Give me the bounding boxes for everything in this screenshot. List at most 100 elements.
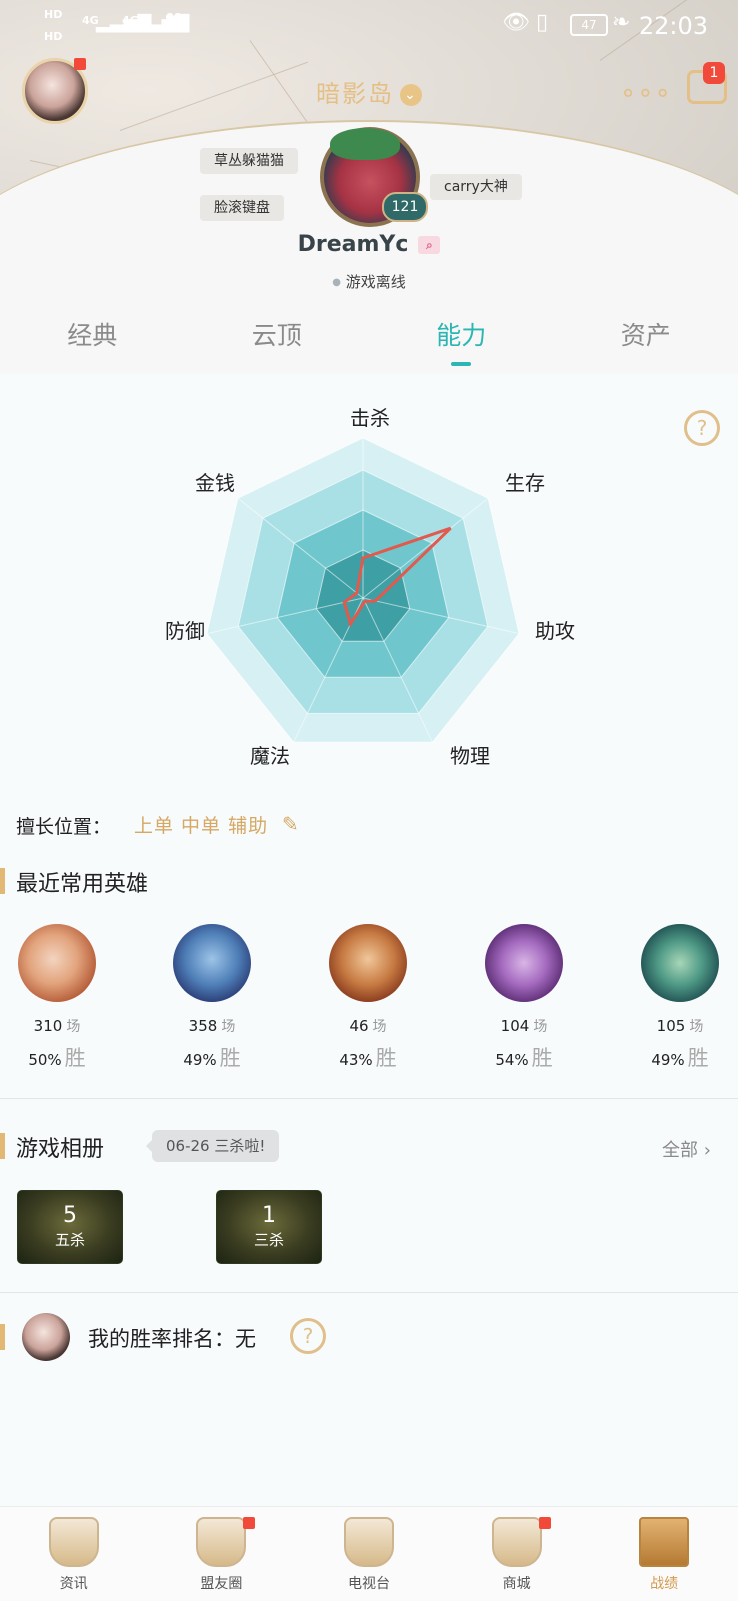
help-icon[interactable]: ?: [290, 1318, 326, 1354]
games-unit: 场: [689, 1019, 703, 1035]
album-label: 三杀: [217, 1229, 321, 1250]
avatar: [22, 1313, 70, 1361]
tab-assets[interactable]: 资产: [554, 300, 738, 374]
radar-label-gold: 金钱: [195, 467, 235, 496]
nav-label: 战绩: [590, 1573, 738, 1593]
win-unit: 胜: [688, 1046, 709, 1070]
hero-winrate: 43%: [339, 1051, 372, 1069]
radar-label-survive: 生存: [505, 467, 545, 496]
position-value: 上单 中单 辅助: [134, 811, 268, 838]
album-card[interactable]: 5 五杀: [17, 1190, 123, 1264]
nav-item-store[interactable]: 商城: [443, 1507, 591, 1601]
vibrate-icon: ▯: [536, 10, 548, 35]
divider: [0, 1292, 738, 1293]
nav-item-record[interactable]: 战绩: [590, 1507, 738, 1601]
radar-label-assist: 助攻: [535, 615, 575, 644]
heart-rate-icon: ♥: [164, 10, 184, 35]
album-title: 游戏相册: [16, 1131, 104, 1163]
album-count: 1: [217, 1191, 321, 1229]
section-marker: [0, 1133, 5, 1159]
tag-chip[interactable]: 脸滚键盘: [200, 195, 284, 221]
record-icon: [639, 1517, 689, 1567]
hero-games: 104: [501, 1017, 530, 1035]
games-unit: 场: [373, 1019, 387, 1035]
tag-chip[interactable]: 草丛躲猫猫: [200, 148, 298, 174]
win-unit: 胜: [65, 1046, 86, 1070]
avatar-notification-dot: [74, 58, 86, 70]
news-icon: [49, 1517, 99, 1567]
server-name: 暗影岛: [316, 80, 394, 108]
more-icon[interactable]: ∘∘∘: [620, 78, 672, 108]
hero-card[interactable]: 358场 49%胜: [172, 924, 252, 1072]
tag-chip[interactable]: carry大神: [430, 174, 522, 200]
hero-card[interactable]: 310场 50%胜: [17, 924, 97, 1072]
win-unit: 胜: [220, 1046, 241, 1070]
hero-portrait: [18, 924, 96, 1002]
all-link-label: 全部: [662, 1140, 698, 1161]
rank-text: 我的胜率排名：无: [88, 1323, 256, 1353]
album-card[interactable]: 1 三杀: [216, 1190, 322, 1264]
notification-badge: [539, 1517, 551, 1529]
hero-avatar-leaf: [330, 128, 400, 160]
hero-portrait: [173, 924, 251, 1002]
nav-label: 电视台: [295, 1573, 443, 1593]
section-marker: [0, 868, 5, 894]
tab-bar: 经典 云顶 能力 资产: [0, 300, 738, 374]
edit-icon[interactable]: ✎: [282, 812, 299, 836]
username-row: DreamYc ⌕: [0, 232, 738, 257]
hero-games: 46: [349, 1017, 368, 1035]
hero-card[interactable]: 104场 54%胜: [484, 924, 564, 1072]
battery-icon: 47: [570, 14, 608, 36]
hero-portrait: [641, 924, 719, 1002]
divider: [0, 1098, 738, 1099]
help-icon[interactable]: ?: [684, 410, 720, 446]
bottom-nav: 资讯 盟友圈 电视台 商城 战绩: [0, 1506, 738, 1601]
section-marker: [0, 1324, 5, 1350]
level-badge: 121: [382, 192, 428, 222]
online-status: ● 游戏离线: [0, 271, 738, 292]
hero-winrate: 54%: [495, 1051, 528, 1069]
status-bar: HD HD 4G ▂▃▅▇ 4G ▂▃▅▇ ♥ 👁 ▯ 47 ❧ 22:03: [0, 0, 738, 50]
nav-item-tv[interactable]: 电视台: [295, 1507, 443, 1601]
hero-winrate: 49%: [651, 1051, 684, 1069]
nav-label: 盟友圈: [148, 1573, 296, 1593]
tab-tft[interactable]: 云顶: [185, 300, 370, 374]
win-unit: 胜: [376, 1046, 397, 1070]
tab-ability[interactable]: 能力: [369, 300, 554, 374]
win-unit: 胜: [532, 1046, 553, 1070]
hd-indicator: HD: [44, 8, 62, 21]
games-unit: 场: [533, 1019, 547, 1035]
clock: 22:03: [639, 12, 708, 40]
online-status-text: 游戏离线: [346, 273, 406, 291]
album-count: 5: [18, 1191, 122, 1229]
hero-card[interactable]: 46 场 43%胜: [328, 924, 408, 1072]
leaf-icon: ❧: [612, 10, 630, 35]
hero-games: 310: [34, 1017, 63, 1035]
hero-card[interactable]: 105场 49%胜: [640, 924, 720, 1072]
username: DreamYc: [298, 232, 409, 257]
radar-label-kill: 击杀: [350, 402, 390, 431]
nav-label: 商城: [443, 1573, 591, 1593]
message-badge: 1: [703, 62, 725, 84]
hd-indicator-2: HD: [44, 30, 62, 43]
album-all-link[interactable]: 全部 ›: [662, 1136, 711, 1162]
nav-item-news[interactable]: 资讯: [0, 1507, 148, 1601]
status-dot: ●: [332, 277, 341, 288]
hero-portrait: [485, 924, 563, 1002]
tab-classic[interactable]: 经典: [0, 300, 185, 374]
album-bubble: 06-26 三杀啦!: [152, 1130, 279, 1162]
hero-winrate: 50%: [28, 1051, 61, 1069]
eye-icon: 👁: [502, 10, 530, 35]
games-unit: 场: [221, 1019, 235, 1035]
recent-heroes-title: 最近常用英雄: [16, 866, 148, 898]
games-unit: 场: [66, 1019, 80, 1035]
radar-label-physical: 物理: [450, 740, 490, 769]
hero-games: 358: [189, 1017, 218, 1035]
radar-label-magic: 魔法: [250, 740, 290, 769]
chevron-down-icon: ⌄: [400, 84, 422, 106]
search-icon[interactable]: ⌕: [418, 236, 440, 254]
radar-label-defense: 防御: [165, 615, 205, 644]
nav-label: 资讯: [0, 1573, 148, 1593]
album-label: 五杀: [18, 1229, 122, 1250]
nav-item-friends[interactable]: 盟友圈: [148, 1507, 296, 1601]
